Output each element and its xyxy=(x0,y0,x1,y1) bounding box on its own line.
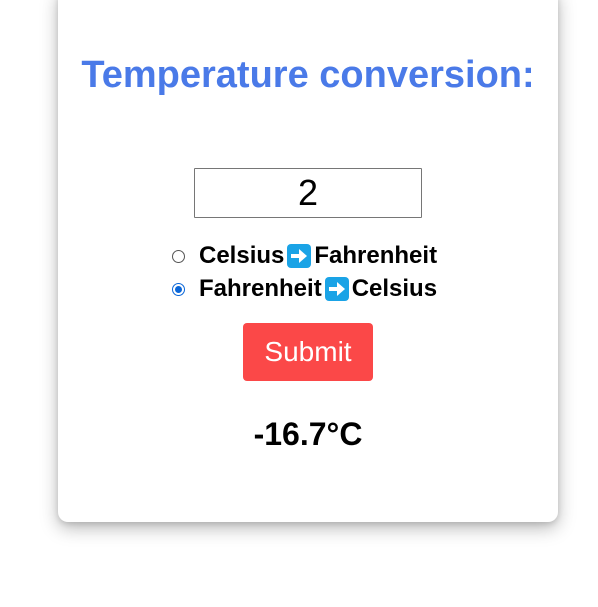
page-title: Temperature conversion: xyxy=(81,54,535,96)
option-from-label: Fahrenheit xyxy=(199,275,322,302)
right-arrow-icon xyxy=(287,244,312,268)
radio-celsius-to-fahrenheit[interactable] xyxy=(172,249,185,263)
submit-button[interactable]: Submit xyxy=(243,323,373,381)
option-from-label: Celsius xyxy=(199,242,285,269)
option-fahrenheit-to-celsius[interactable]: Fahrenheit Celsius xyxy=(172,275,437,303)
radio-fahrenheit-to-celsius[interactable] xyxy=(172,282,185,296)
converter-card: Temperature conversion: Celsius Fahrenhe… xyxy=(58,0,558,522)
option-to-label: Fahrenheit xyxy=(314,242,438,269)
option-to-label: Celsius xyxy=(351,275,438,302)
conversion-result: -16.7°C xyxy=(253,416,363,452)
temperature-input[interactable] xyxy=(194,168,422,218)
right-arrow-icon xyxy=(324,277,349,301)
option-celsius-to-fahrenheit[interactable]: Celsius Fahrenheit xyxy=(172,242,437,270)
